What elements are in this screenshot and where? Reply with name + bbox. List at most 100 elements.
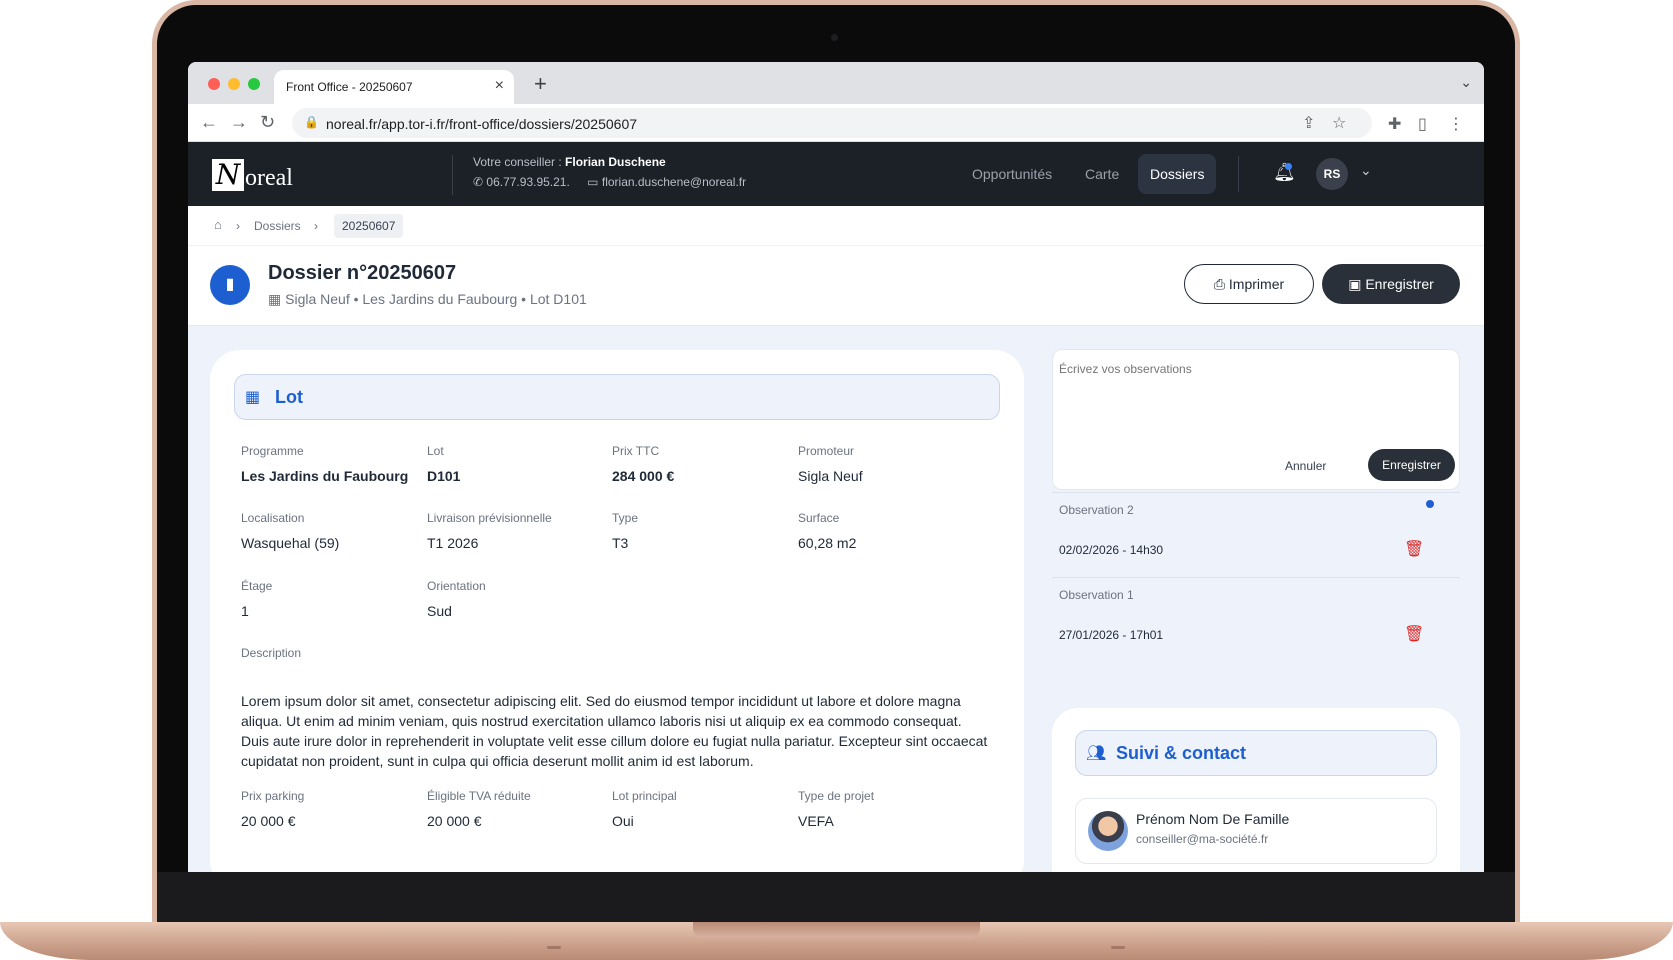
field-label: Éligible TVA réduite [427, 789, 531, 803]
laptop-foot [1111, 946, 1125, 949]
field-label: Promoteur [798, 444, 855, 458]
description-label: Description [241, 646, 302, 660]
home-icon[interactable]: ⌂ [214, 217, 222, 232]
field-value: Sud [427, 603, 452, 619]
contact-avatar [1088, 811, 1128, 851]
bookmark-star-icon[interactable]: ☆ [1332, 113, 1346, 133]
observation-item[interactable]: Observation 1 27/01/2026 - 17h01 🗑︎ [1052, 577, 1460, 663]
extensions-puzzle-icon[interactable]: ✚ [1388, 114, 1401, 134]
users-icon: 👥︎ [1086, 745, 1107, 762]
browser-menu-icon[interactable]: ⋮ [1448, 114, 1464, 134]
field-label: Livraison prévisionnelle [427, 511, 552, 525]
save-button[interactable]: ▣ Enregistrer [1322, 264, 1460, 304]
field-value: Sigla Neuf [798, 468, 863, 484]
tab-close-icon[interactable]: × [495, 77, 504, 95]
breadcrumb: ⌂ › Dossiers › 20250607 [188, 206, 1484, 246]
observation-title: Observation 2 [1059, 503, 1134, 517]
tab-list-chevron-icon[interactable]: ⌄ [1460, 74, 1472, 91]
field-value: Oui [612, 813, 634, 829]
field-value: 20 000 € [427, 813, 482, 829]
breadcrumb-separator-icon: › [236, 219, 240, 233]
advisor-contact: ✆ 06.77.93.95.21. ▭ florian.duschene@nor… [473, 175, 746, 189]
suivi-section-header: 👥︎ Suivi & contact [1075, 730, 1437, 776]
observation-form: Annuler Enregistrer [1052, 349, 1460, 490]
field-label: Surface [798, 511, 840, 525]
url-text: noreal.fr/app.tor-i.fr/front-office/doss… [326, 116, 638, 132]
page-title: Dossier n°20250607 [268, 262, 457, 284]
maximize-window-button[interactable] [248, 78, 260, 90]
observation-item[interactable]: Observation 2 02/02/2026 - 14h30 🗑︎ [1052, 492, 1460, 578]
contact-name: Prénom Nom De Famille [1136, 811, 1290, 827]
laptop-foot [547, 946, 561, 949]
page-header: ▮ Dossier n°20250607 ▦ Sigla Neuf • Les … [188, 246, 1484, 326]
reload-icon[interactable]: ↻ [260, 112, 275, 133]
suivi-contact-card: 👥︎ Suivi & contact Prénom Nom De Famille… [1052, 708, 1460, 872]
description-text: Lorem ipsum dolor sit amet, consectetur … [241, 693, 988, 769]
trash-icon[interactable]: 🗑︎ [1404, 624, 1424, 644]
close-window-button[interactable] [208, 78, 220, 90]
noreal-logo[interactable]: N oreal [212, 157, 293, 191]
forward-arrow-icon[interactable]: → [230, 112, 248, 133]
laptop-bezel [157, 872, 1515, 924]
address-bar[interactable]: 🔒 noreal.fr/app.tor-i.fr/front-office/do… [292, 108, 1372, 138]
user-avatar[interactable]: RS [1316, 158, 1348, 190]
back-arrow-icon[interactable]: ← [200, 112, 218, 133]
print-label: Imprimer [1228, 276, 1285, 292]
tab-title: Front Office - 20250607 [286, 80, 413, 94]
share-icon[interactable]: ⇪ [1302, 113, 1315, 133]
lot-card: ▦ Lot Programme Les Jardins du Faubourg … [210, 350, 1024, 872]
lot-title: Lot [275, 387, 303, 407]
printer-icon: ⎙ [1213, 276, 1226, 292]
cancel-button[interactable]: Annuler [1285, 459, 1326, 473]
browser-tab[interactable]: Front Office - 20250607 × [274, 70, 514, 104]
field-value: 284 000 € [612, 468, 675, 484]
unread-dot [1426, 500, 1434, 508]
trash-icon[interactable]: 🗑︎ [1404, 539, 1424, 559]
field-value: D101 [427, 468, 461, 484]
print-button[interactable]: ⎙ Imprimer [1184, 264, 1314, 304]
app-header: N oreal Votre conseiller : Florian Dusch… [188, 142, 1484, 206]
contact-card[interactable]: Prénom Nom De Famille conseiller@ma-soci… [1075, 798, 1437, 864]
advisor-info: Votre conseiller : Florian Duschene ✆ 06… [452, 155, 746, 195]
chevron-down-icon[interactable]: ⌄ [1360, 162, 1372, 179]
advisor-phone[interactable]: 06.77.93.95.21. [486, 175, 569, 189]
message-icon: ▭ [587, 175, 599, 189]
new-tab-icon[interactable]: + [534, 71, 547, 97]
observation-save-button[interactable]: Enregistrer [1368, 449, 1455, 481]
observation-input[interactable] [1059, 356, 1453, 440]
save-icon: ▣ [1348, 276, 1362, 292]
advisor-line: Votre conseiller : Florian Duschene [473, 155, 746, 169]
side-panel-icon[interactable]: ▯ [1418, 114, 1427, 134]
minimize-window-button[interactable] [228, 78, 240, 90]
field-label: Type de projet [798, 789, 875, 803]
field-label: Programme [241, 444, 304, 458]
camera-dot [831, 34, 838, 41]
field-label: Étage [241, 579, 273, 593]
field-label: Lot principal [612, 789, 677, 803]
observation-title: Observation 1 [1059, 588, 1134, 602]
lock-icon: 🔒 [304, 115, 319, 129]
breadcrumb-dossiers[interactable]: Dossiers [254, 219, 301, 233]
observation-date: 27/01/2026 - 17h01 [1059, 628, 1164, 642]
browser-tabbar: Front Office - 20250607 × + ⌄ [188, 62, 1484, 104]
field-label: Prix TTC [612, 444, 660, 458]
nav-carte[interactable]: Carte [1073, 154, 1131, 194]
lot-section-header: ▦ Lot [234, 374, 1000, 420]
field-value: 20 000 € [241, 813, 296, 829]
building-icon: ▦ [268, 291, 282, 307]
field-value: T3 [612, 535, 629, 551]
field-value: Wasquehal (59) [241, 535, 340, 551]
bookmark-icon: ▮ [210, 265, 250, 305]
browser-toolbar: ← → ↻ 🔒 noreal.fr/app.tor-i.fr/front-off… [188, 104, 1484, 142]
advisor-email[interactable]: florian.duschene@noreal.fr [602, 175, 746, 189]
logo-text: oreal [245, 165, 293, 191]
nav-opportunites[interactable]: Opportunités [960, 154, 1064, 194]
nav-dossiers[interactable]: Dossiers [1138, 154, 1217, 194]
contact-email[interactable]: conseiller@ma-société.fr [1136, 832, 1268, 846]
breadcrumb-separator-icon: › [314, 219, 318, 233]
advisor-label: Votre conseiller : [473, 155, 566, 169]
screen: Front Office - 20250607 × + ⌄ ← → ↻ 🔒 no… [188, 62, 1484, 872]
field-label: Orientation [427, 579, 486, 593]
notification-dot [1285, 163, 1292, 170]
field-label: Type [612, 511, 639, 525]
